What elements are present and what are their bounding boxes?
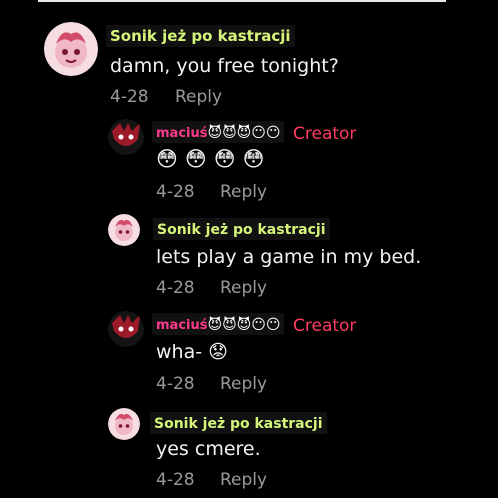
- reply-button[interactable]: Reply: [220, 470, 267, 490]
- comment-text: yes cmere.: [156, 438, 261, 460]
- commenter-avatar[interactable]: [44, 22, 98, 76]
- comment-date: 4-28: [156, 278, 195, 298]
- reply-button[interactable]: Reply: [175, 87, 222, 107]
- author-emojis: 😈😈😈😶😶: [207, 316, 281, 333]
- reply-button[interactable]: Reply: [220, 182, 267, 202]
- comment-author[interactable]: maciuś😈😈😈😶😶: [152, 121, 285, 143]
- creator-badge: Creator: [293, 316, 357, 336]
- author-emojis: 😈😈😈😶😶: [207, 124, 281, 141]
- comment-text: lets play a game in my bed.: [156, 246, 422, 268]
- creator-badge: Creator: [293, 124, 357, 144]
- comment-text: damn, you free tonight?: [110, 55, 339, 77]
- comment-date: 4-28: [156, 374, 195, 394]
- comment-author[interactable]: Sonik jeż po kastracji: [153, 218, 330, 240]
- comment-author[interactable]: Sonik jeż po kastracji: [106, 25, 295, 47]
- commenter-avatar[interactable]: [108, 214, 140, 246]
- comment-text: wha- 😟: [156, 341, 228, 363]
- top-divider: [38, 0, 446, 2]
- comment-text: 😳😳😳😳: [156, 147, 272, 171]
- comment-date: 4-28: [110, 87, 149, 107]
- creator-avatar[interactable]: [108, 119, 144, 155]
- reply-button[interactable]: Reply: [220, 278, 267, 298]
- comment-author[interactable]: Sonik jeż po kastracji: [150, 412, 327, 434]
- reply-button[interactable]: Reply: [220, 374, 267, 394]
- comment-date: 4-28: [156, 182, 195, 202]
- commenter-avatar[interactable]: [108, 408, 140, 440]
- comment-author[interactable]: maciuś😈😈😈😶😶: [152, 313, 285, 335]
- comment-date: 4-28: [156, 470, 195, 490]
- creator-avatar[interactable]: [108, 311, 144, 347]
